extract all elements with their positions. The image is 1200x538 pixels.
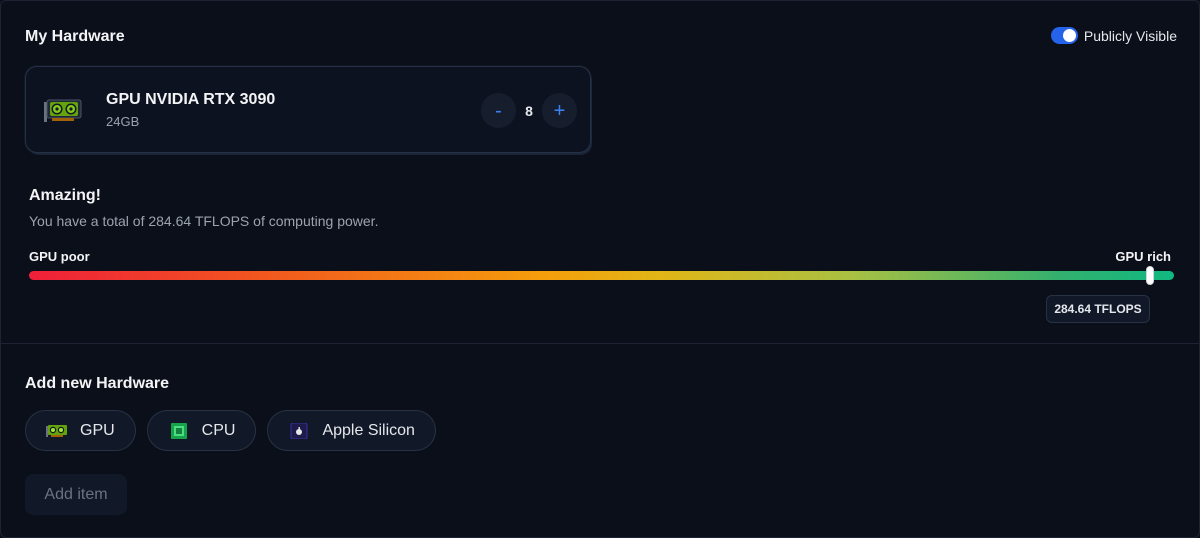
hardware-name: GPU NVIDIA RTX 3090	[106, 91, 276, 108]
hardware-card-gpu: GPU NVIDIA RTX 3090 24GB - 8 +	[25, 66, 591, 153]
add-gpu-button[interactable]: GPU	[25, 410, 136, 451]
chip-label: GPU	[80, 421, 115, 439]
quantity-value: 8	[525, 102, 533, 119]
gauge-thumb	[1145, 266, 1154, 285]
hardware-type-options: GPU CPU Apple Silicon	[25, 410, 436, 451]
chip-label: CPU	[201, 421, 236, 439]
power-verdict: Amazing!	[29, 187, 101, 204]
gauge-max-label: GPU rich	[1115, 249, 1171, 264]
toggle-label: Publicly Visible	[1083, 27, 1177, 44]
apple-silicon-icon	[290, 422, 308, 439]
add-item-button[interactable]: Add item	[25, 474, 127, 515]
hardware-memory: 24GB	[106, 114, 140, 129]
compute-power-gauge	[29, 266, 1174, 285]
my-hardware-title: My Hardware	[25, 28, 125, 45]
section-divider	[1, 343, 1200, 344]
total-power-text: You have a total of 284.64 TFLOPS of com…	[29, 213, 379, 229]
add-cpu-button[interactable]: CPU	[146, 410, 257, 451]
gauge-min-label: GPU poor	[29, 249, 90, 264]
hardware-panel: My Hardware Publicly Visible GPU NVIDIA …	[0, 0, 1200, 538]
cpu-icon	[170, 422, 187, 439]
public-visibility-toggle[interactable]: Publicly Visible	[1050, 27, 1177, 44]
add-apple-silicon-button[interactable]: Apple Silicon	[267, 410, 436, 451]
gpu-icon	[44, 99, 82, 122]
chip-label: Apple Silicon	[322, 421, 415, 439]
add-hardware-title: Add new Hardware	[25, 375, 170, 392]
toggle-knob	[1062, 29, 1076, 42]
quantity-stepper: - 8 +	[481, 93, 577, 128]
gpu-icon	[46, 424, 67, 437]
gauge-value-tooltip: 284.64 TFLOPS	[1046, 295, 1150, 323]
increment-button[interactable]: +	[542, 93, 577, 128]
decrement-button[interactable]: -	[481, 93, 516, 128]
toggle-switch[interactable]	[1050, 27, 1078, 44]
